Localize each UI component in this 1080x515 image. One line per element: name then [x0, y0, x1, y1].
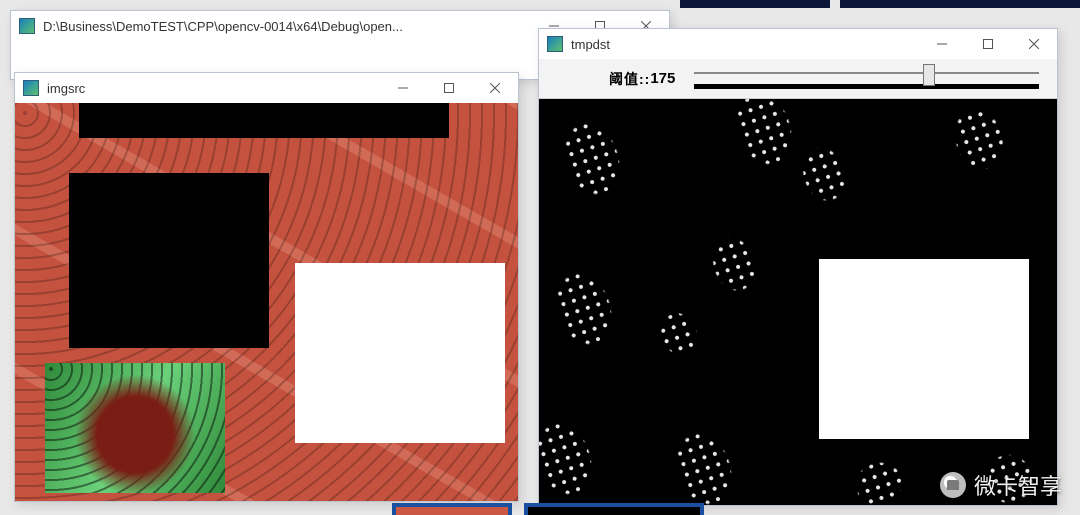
threshold-blob: [926, 99, 1033, 199]
src-black-rect: [69, 173, 269, 348]
imgsrc-canvas: [15, 103, 518, 501]
minimize-button[interactable]: [919, 29, 965, 59]
opencv-icon: [547, 36, 563, 52]
watermark: 微卡智享: [940, 469, 1062, 501]
background-stripe: [680, 0, 830, 8]
threshold-blob: [777, 120, 871, 227]
taskbar-thumbnail: [392, 503, 512, 515]
threshold-blob: [643, 398, 766, 505]
tmpdst-title: tmpdst: [571, 37, 610, 52]
background-stripe: [840, 0, 1080, 8]
threshold-blob: [539, 238, 645, 380]
threshold-slider[interactable]: [694, 66, 1039, 92]
app-icon: [19, 18, 35, 34]
maximize-button[interactable]: [965, 29, 1011, 59]
src-green-rect: [45, 363, 225, 493]
minimize-button[interactable]: [380, 73, 426, 103]
threshold-blob: [640, 291, 719, 376]
dst-white-rect: [819, 259, 1029, 439]
tmpdst-window: tmpdst 阈值:: 175: [538, 28, 1058, 506]
close-button[interactable]: [472, 73, 518, 103]
tmpdst-canvas: [539, 99, 1057, 505]
slider-thumb[interactable]: [923, 64, 935, 86]
imgsrc-title: imgsrc: [47, 81, 85, 96]
tmpdst-titlebar[interactable]: tmpdst: [539, 29, 1057, 59]
threshold-label: 阈值::: [609, 69, 650, 89]
threshold-blob: [539, 99, 653, 230]
src-black-bar: [79, 103, 449, 138]
threshold-toolbar: 阈值:: 175: [539, 59, 1057, 99]
opencv-icon: [23, 80, 39, 96]
wechat-icon: [940, 472, 966, 498]
threshold-blob: [687, 210, 781, 317]
imgsrc-window: imgsrc: [14, 72, 519, 502]
maximize-button[interactable]: [426, 73, 472, 103]
threshold-blob: [830, 438, 928, 505]
close-button[interactable]: [1011, 29, 1057, 59]
threshold-value: 175: [650, 70, 684, 87]
slider-track: [694, 84, 1039, 89]
threshold-blob: [539, 388, 625, 505]
watermark-text: 微卡智享: [974, 469, 1062, 501]
slider-track: [694, 72, 1039, 74]
imgsrc-titlebar[interactable]: imgsrc: [15, 73, 518, 103]
src-white-rect: [295, 263, 505, 443]
taskbar-thumbnail: [524, 503, 704, 515]
console-title: D:\Business\DemoTEST\CPP\opencv-0014\x64…: [43, 19, 403, 34]
